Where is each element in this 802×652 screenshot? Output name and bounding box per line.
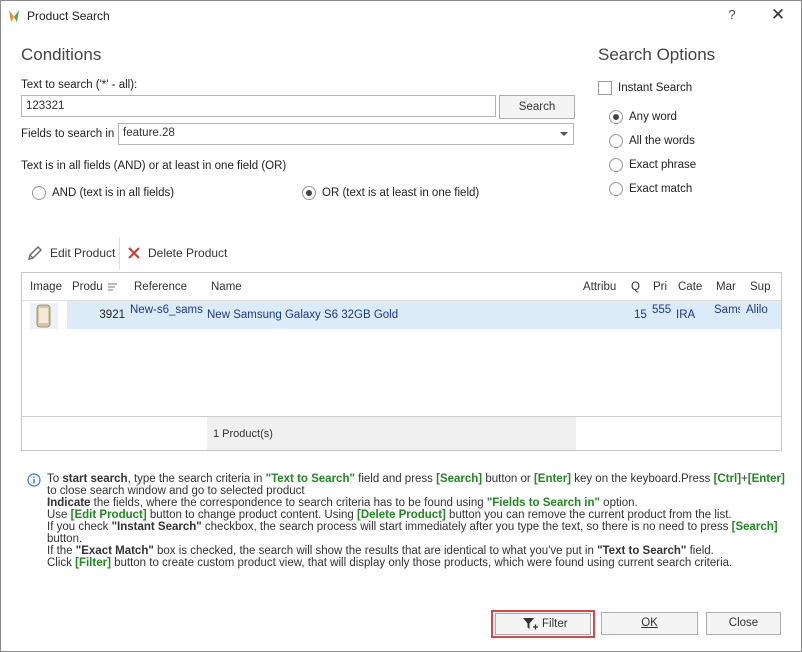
exact-match-label: Exact match — [629, 183, 693, 195]
toolbar-separator — [119, 237, 120, 269]
exact-phrase-label: Exact phrase — [629, 159, 697, 171]
cell-product-id: 3921 — [99, 309, 125, 321]
cell-price: 555. — [652, 304, 672, 316]
column-header-manufacturer[interactable]: Mar — [716, 281, 738, 293]
cell-quantity: 15 — [634, 309, 647, 321]
help-line-4: Use [Edit Product] button to change prod… — [47, 509, 732, 521]
help-line-6: button. — [47, 533, 83, 545]
column-header-reference[interactable]: Reference — [134, 281, 204, 293]
all-words-label: All the words — [629, 135, 695, 147]
product-search-window: Product Search ? ✕ Conditions Text to se… — [0, 0, 802, 652]
help-line-3: Indicate the fields, where the correspon… — [47, 497, 638, 509]
instant-search-label: Instant Search — [618, 82, 693, 94]
column-header-price[interactable]: Pri — [653, 281, 669, 293]
close-button[interactable]: Close — [706, 612, 781, 635]
help-text: To start search, type the search criteri… — [47, 473, 787, 569]
title-bar: Product Search ? ✕ — [1, 1, 801, 31]
search-button[interactable]: Search — [499, 95, 575, 119]
instant-search-checkbox[interactable] — [598, 81, 612, 95]
column-header-supplier[interactable]: Sup — [750, 281, 772, 293]
and-radio-label: AND (text is in all fields) — [52, 187, 175, 199]
sort-icon — [108, 283, 117, 291]
help-line-7: If the "Exact Match" box is checked, the… — [47, 545, 714, 557]
window-title: Product Search — [27, 9, 110, 23]
help-line-8: Click [Filter] button to create custom p… — [47, 557, 733, 569]
ok-button[interactable]: OK — [601, 612, 698, 635]
help-line-5: If you check "Instant Search" checkbox, … — [47, 521, 778, 533]
fields-to-search-label: Fields to search in — [21, 128, 115, 140]
column-header-image[interactable]: Image — [30, 281, 64, 293]
cell-reference: New-s6_sams — [130, 304, 203, 316]
text-to-search-label: Text to search ('*' - all): — [21, 79, 138, 91]
column-header-quantity[interactable]: Q — [631, 281, 641, 293]
exact-phrase-radio[interactable] — [609, 158, 623, 172]
mode-label: Text is in all fields (AND) or at least … — [21, 160, 287, 172]
cell-manufacturer: Sams — [714, 304, 740, 316]
delete-product-label: Delete Product — [148, 246, 228, 260]
delete-x-icon — [128, 247, 140, 259]
cell-category: IRA — [676, 309, 696, 321]
help-button[interactable]: ? — [723, 7, 741, 22]
column-header-category[interactable]: Cate — [678, 281, 704, 293]
filter-add-icon — [523, 618, 538, 630]
text-to-search-input[interactable] — [21, 95, 496, 117]
conditions-heading: Conditions — [21, 45, 102, 64]
column-header-attributes[interactable]: Attribu — [583, 281, 621, 293]
cell-supplier: Alilo — [746, 304, 768, 316]
column-header-product-id[interactable]: Produ — [72, 281, 106, 293]
chevron-down-icon — [560, 132, 568, 136]
filter-button-label: Filter — [542, 618, 568, 630]
pencil-icon — [28, 246, 42, 260]
any-word-radio[interactable] — [609, 110, 623, 124]
fields-to-search-value: feature.28 — [123, 127, 175, 139]
app-logo-icon — [9, 10, 19, 22]
cell-name: New Samsung Galaxy S6 32GB Gold — [207, 309, 399, 321]
any-word-label: Any word — [629, 111, 677, 123]
or-radio[interactable] — [302, 186, 316, 200]
search-options-heading: Search Options — [598, 45, 716, 64]
product-count: 1 Product(s) — [213, 428, 273, 440]
or-radio-label: OR (text is at least in one field) — [322, 187, 480, 199]
grid-header: Image Produ Reference Name Attribu Q Pri… — [22, 273, 781, 301]
column-header-name[interactable]: Name — [211, 281, 271, 293]
help-line-1: To start search, type the search criteri… — [47, 473, 785, 485]
filter-button[interactable]: Filter — [495, 613, 591, 635]
and-radio[interactable] — [32, 186, 46, 200]
product-thumbnail — [30, 303, 58, 329]
all-words-radio[interactable] — [609, 134, 623, 148]
fields-to-search-select[interactable]: feature.28 — [118, 123, 574, 145]
info-icon — [27, 473, 41, 487]
help-line-2: to close search window and go to selecte… — [47, 485, 305, 497]
exact-match-radio[interactable] — [609, 182, 623, 196]
close-window-button[interactable]: ✕ — [767, 5, 789, 25]
edit-product-label: Edit Product — [50, 246, 116, 260]
table-row[interactable]: 3921 New-s6_sams New Samsung Galaxy S6 3… — [67, 301, 781, 329]
products-grid[interactable]: Image Produ Reference Name Attribu Q Pri… — [21, 272, 782, 451]
